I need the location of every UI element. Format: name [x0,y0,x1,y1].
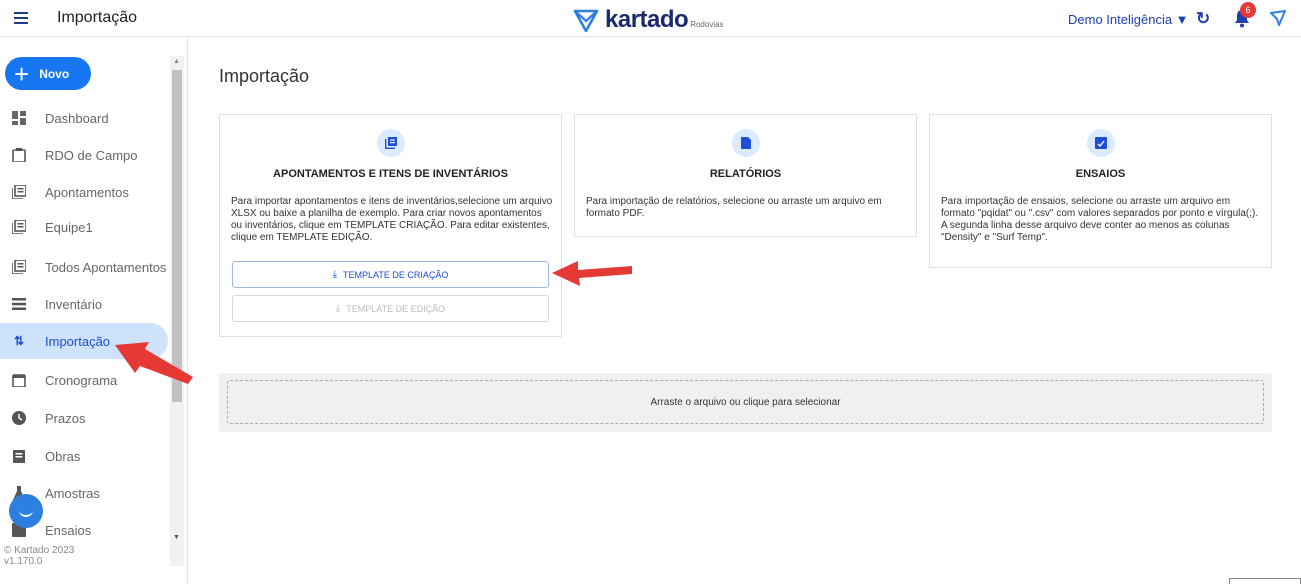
copyright: © Kartado 2023 v1.170.0 [4,545,74,567]
import-export-icon: ⇅ [13,334,25,348]
template-edit-button[interactable]: ⤓ TEMPLATE DE EDIÇÃO [232,295,549,322]
assessment-icon [1087,129,1115,157]
sidebar-item-label: RDO de Campo [45,147,138,163]
send-icon[interactable] [1270,10,1286,26]
clipboard-icon [12,148,26,162]
new-button[interactable]: + Novo [5,57,91,90]
button-label: TEMPLATE DE CRIAÇÃO [343,269,449,280]
sidebar-item-label: Todos Apontamentos [45,259,167,275]
card-title: ENSAIOS [1075,168,1126,180]
sidebar-item-label: Inventário [45,296,103,312]
logo-subtitle: Rodovias [690,20,724,29]
library-icon [12,260,26,274]
logo-arrow-icon [573,9,599,33]
kartado-logo[interactable]: kartado Rodovias [573,3,724,33]
template-create-button[interactable]: ⤓ TEMPLATE DE CRIAÇÃO [232,261,549,288]
refresh-icon[interactable]: ↻ [1196,9,1210,29]
org-selector[interactable]: Demo Inteligência ▼ [1068,12,1189,27]
scroll-down-icon[interactable]: ▼ [173,534,180,541]
list-icon [12,297,26,311]
new-button-label: Novo [39,66,70,81]
card-title: APONTAMENTOS E ITENS DE INVENTÁRIOS [273,168,508,180]
annotation-arrow-create [552,261,632,286]
menu-icon[interactable] [14,12,28,24]
notification-badge: 6 [1240,2,1256,18]
sidebar-item-inventario[interactable]: Inventário [0,286,168,322]
page-title: Importação [219,66,310,86]
corner-widget [1229,578,1301,584]
copyright-text: © Kartado 2023 [4,545,75,556]
sidebar-item-label: Ensaios [45,522,92,538]
calendar-icon [12,373,26,387]
sidebar-item-label: Apontamentos [45,184,129,200]
card-description: Para importar apontamentos e itens de in… [231,196,553,243]
version-text: v1.170.0 [4,556,43,567]
annotation-arrow-import [115,342,193,384]
plus-icon: + [14,58,30,89]
card-description: Para importação de ensaios, selecione ou… [941,196,1259,243]
button-label: TEMPLATE DE EDIÇÃO [346,303,446,314]
download-icon: ⤓ [335,303,341,314]
sidebar-item-dashboard[interactable]: Dashboard [0,100,168,136]
chat-widget-icon[interactable] [9,494,43,528]
sidebar-item-rdo-de-campo[interactable]: RDO de Campo [0,137,168,173]
assignment-icon [12,449,26,463]
sidebar-item-label: Cronograma [45,372,118,388]
sidebar-item-todos-apontamentos[interactable]: Todos Apontamentos [0,249,168,285]
dashboard-icon [12,111,26,125]
file-dropzone-container: Arraste o arquivo ou clique para selecio… [219,373,1272,432]
sidebar-item-label: Importação [45,333,111,349]
scroll-up-icon[interactable]: ▲ [173,58,180,65]
sidebar-item-label: Equipe1 [45,219,93,235]
logo-word: kartado [605,6,689,33]
sidebar-item-label: Dashboard [45,110,109,126]
file-icon [732,129,760,157]
sidebar-item-prazos[interactable]: Prazos [0,400,168,436]
card-relatorios[interactable]: RELATÓRIOS Para importação de relatórios… [574,114,917,237]
top-app-bar: Importação kartado Rodovias Demo Intelig… [0,0,1301,37]
sidebar-item-apontamentos[interactable]: Apontamentos [0,174,168,210]
card-ensaios[interactable]: ENSAIOS Para importação de ensaios, sele… [929,114,1272,268]
card-title: RELATÓRIOS [709,168,782,180]
clock-icon [12,411,26,425]
sidebar-item-label: Amostras [45,485,100,501]
library-icon [12,185,26,199]
sidebar-item-equipe1[interactable]: Equipe1 [0,209,168,245]
library-icon [12,220,26,234]
card-apontamentos[interactable]: APONTAMENTOS E ITENS DE INVENTÁRIOS Para… [219,114,562,337]
sidebar: + Novo Dashboard RDO de Campo Apontament… [0,38,188,584]
download-icon: ⤓ [332,269,338,280]
sidebar-item-label: Obras [45,448,81,464]
card-description: Para importação de relatórios, selecione… [586,196,882,219]
app-title: Importação [57,9,138,26]
file-dropzone[interactable]: Arraste o arquivo ou clique para selecio… [227,380,1264,424]
sidebar-item-obras[interactable]: Obras [0,438,168,474]
library-icon [377,129,405,157]
sidebar-item-label: Prazos [45,410,86,426]
